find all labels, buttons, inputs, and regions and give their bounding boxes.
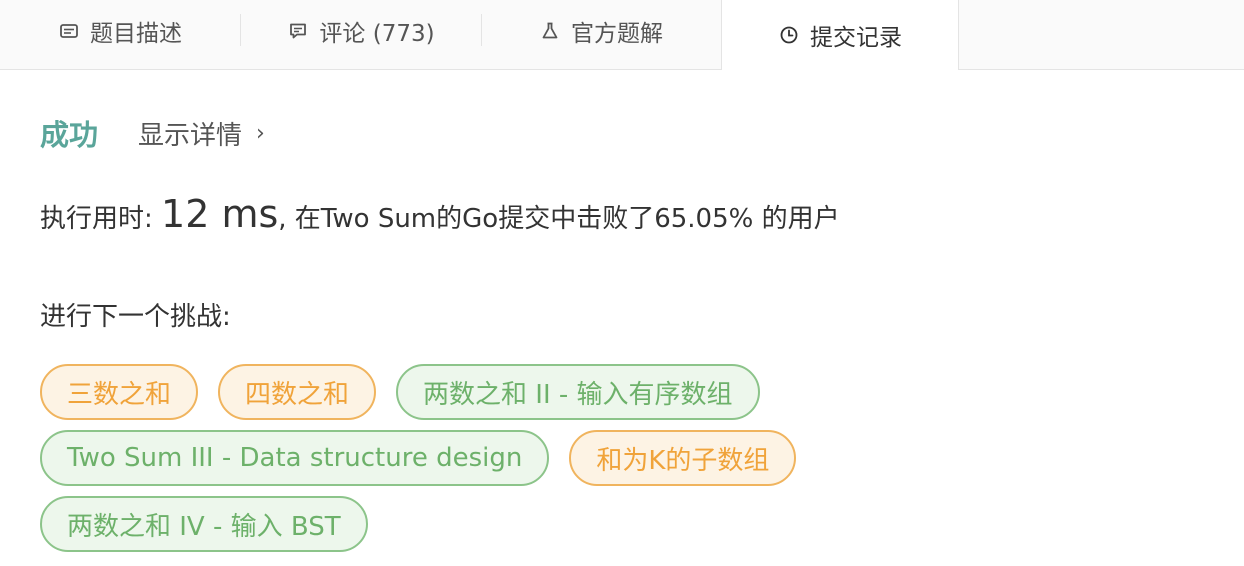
runtime-suffix: , 在Two Sum的Go提交中击败了65.05% 的用户 — [278, 204, 840, 234]
tab-label: 提交记录 — [810, 25, 902, 51]
tab-submissions[interactable]: 提交记录 — [721, 0, 959, 70]
runtime-summary: 执行用时: 12 ms, 在Two Sum的Go提交中击败了65.05% 的用户 — [40, 192, 840, 236]
tab-solution[interactable]: 官方题解 — [482, 0, 720, 62]
challenge-chip[interactable]: 两数之和 II - 输入有序数组 — [396, 364, 760, 420]
show-details-label: 显示详情 — [138, 120, 243, 151]
status-label: 成功 — [40, 118, 99, 152]
flask-icon — [539, 20, 561, 42]
tab-description[interactable]: 题目描述 — [0, 0, 240, 62]
tab-bar: 题目描述 评论 (773) 官方题解 提交记录 — [0, 0, 1244, 70]
runtime-prefix: 执行用时: — [40, 204, 162, 234]
next-challenge-heading: 进行下一个挑战: — [40, 302, 231, 332]
challenge-chip[interactable]: 和为K的子数组 — [569, 430, 797, 486]
chevron-right-icon: › — [256, 120, 265, 146]
challenge-chip[interactable]: 两数之和 IV - 输入 BST — [40, 496, 368, 552]
clock-icon — [778, 24, 800, 46]
tab-label: 题目描述 — [90, 21, 182, 47]
challenge-chip[interactable]: Two Sum III - Data structure design — [40, 430, 550, 486]
challenge-chip[interactable]: 四数之和 — [218, 364, 377, 420]
comment-icon — [287, 20, 309, 42]
tab-label: 评论 (773) — [319, 21, 435, 47]
tab-label: 官方题解 — [571, 21, 663, 47]
challenge-chip[interactable]: 三数之和 — [40, 364, 199, 420]
tab-comments[interactable]: 评论 (773) — [241, 0, 481, 62]
challenge-list: 三数之和 四数之和 两数之和 II - 输入有序数组 Two Sum III -… — [40, 364, 1220, 562]
show-details-link[interactable]: 显示详情 › — [138, 115, 265, 152]
description-icon — [58, 20, 80, 42]
result-row: 成功 显示详情 › — [40, 112, 265, 154]
runtime-value: 12 ms — [161, 192, 279, 236]
